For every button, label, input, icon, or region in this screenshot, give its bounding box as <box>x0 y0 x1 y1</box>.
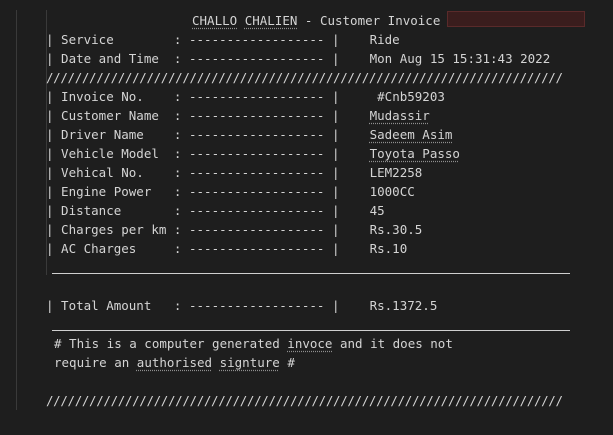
row-label: | Charges per km : ------------------ | <box>46 222 370 237</box>
row-driver-name: | Driver Name : ------------------ | Sad… <box>46 125 452 144</box>
header-title-rest: - Customer Invoice <box>297 13 441 28</box>
row-vehical-no: | Vehical No. : ------------------ | LEM… <box>46 163 422 182</box>
row-label: | Customer Name : ------------------ | <box>46 108 370 123</box>
row-service: | Service : ------------------ | Ride <box>46 30 400 49</box>
row-label: | Invoice No. : ------------------ | <box>46 89 378 104</box>
row-value: Sadeem Asim <box>369 127 453 142</box>
row-date-time: | Date and Time : ------------------ | M… <box>46 49 550 68</box>
row-value: Mon Aug 15 15:31:43 2022 <box>369 51 551 66</box>
editor-pane[interactable]: CHALLO CHALIEN - Customer Invoice | Serv… <box>0 0 613 435</box>
row-value: LEM2258 <box>369 165 423 180</box>
header-word-chalien: CHALIEN <box>244 13 298 28</box>
row-value: Rs.30.5 <box>369 222 423 237</box>
row-charges-per-km: | Charges per km : ------------------ | … <box>46 220 422 239</box>
row-value: Toyota Passo <box>369 146 460 161</box>
row-value: Rs.10 <box>369 241 408 256</box>
row-label: | Engine Power : ------------------ | <box>46 184 370 199</box>
separator-line: ////////////////////////////////////////… <box>46 70 563 85</box>
row-customer-name: | Customer Name : ------------------ | M… <box>46 106 430 125</box>
indent-guide <box>16 10 17 410</box>
row-total-amount: | Total Amount : ------------------ | Rs… <box>46 296 437 315</box>
header-word-challo: CHALLO <box>192 13 238 28</box>
footer-note-line2: require an authorised signture # <box>54 355 295 370</box>
divider-line <box>52 273 570 274</box>
row-value: 45 <box>369 203 385 218</box>
divider-line <box>52 330 570 331</box>
row-label: | AC Charges : ------------------ | <box>46 241 370 256</box>
separator-line: ////////////////////////////////////////… <box>46 393 563 408</box>
row-label: | Vehicle Model : ------------------ | <box>46 146 370 161</box>
row-label: | Driver Name : ------------------ | <box>46 127 370 142</box>
row-vehicle-model: | Vehicle Model : ------------------ | T… <box>46 144 460 163</box>
footer-note-line1: # This is a computer generated invoce an… <box>54 336 453 351</box>
row-label: | Vehical No. : ------------------ | <box>46 165 370 180</box>
misspelled-word: invoce <box>287 336 333 351</box>
row-label: | Date and Time : ------------------ | <box>46 51 370 66</box>
misspelled-word: signture <box>219 355 280 370</box>
row-value: Ride <box>369 32 400 47</box>
row-ac-charges: | AC Charges : ------------------ | Rs.1… <box>46 239 407 258</box>
row-label: | Distance : ------------------ | <box>46 203 370 218</box>
row-value: #Cnb59203 <box>377 89 445 104</box>
misspelled-word: authorised <box>136 355 213 370</box>
invoice-header: CHALLO CHALIEN - Customer Invoice <box>192 11 440 30</box>
find-match-highlight <box>447 11 585 27</box>
row-value: Mudassir <box>369 108 430 123</box>
row-invoice-no: | Invoice No. : ------------------ | #Cn… <box>46 87 445 106</box>
row-distance: | Distance : ------------------ | 45 <box>46 201 385 220</box>
row-label: | Total Amount : ------------------ | <box>46 298 370 313</box>
row-value: 1000CC <box>369 184 415 199</box>
row-value: Rs.1372.5 <box>369 298 438 313</box>
row-label: | Service : ------------------ | <box>46 32 370 47</box>
row-engine-power: | Engine Power : ------------------ | 10… <box>46 182 415 201</box>
